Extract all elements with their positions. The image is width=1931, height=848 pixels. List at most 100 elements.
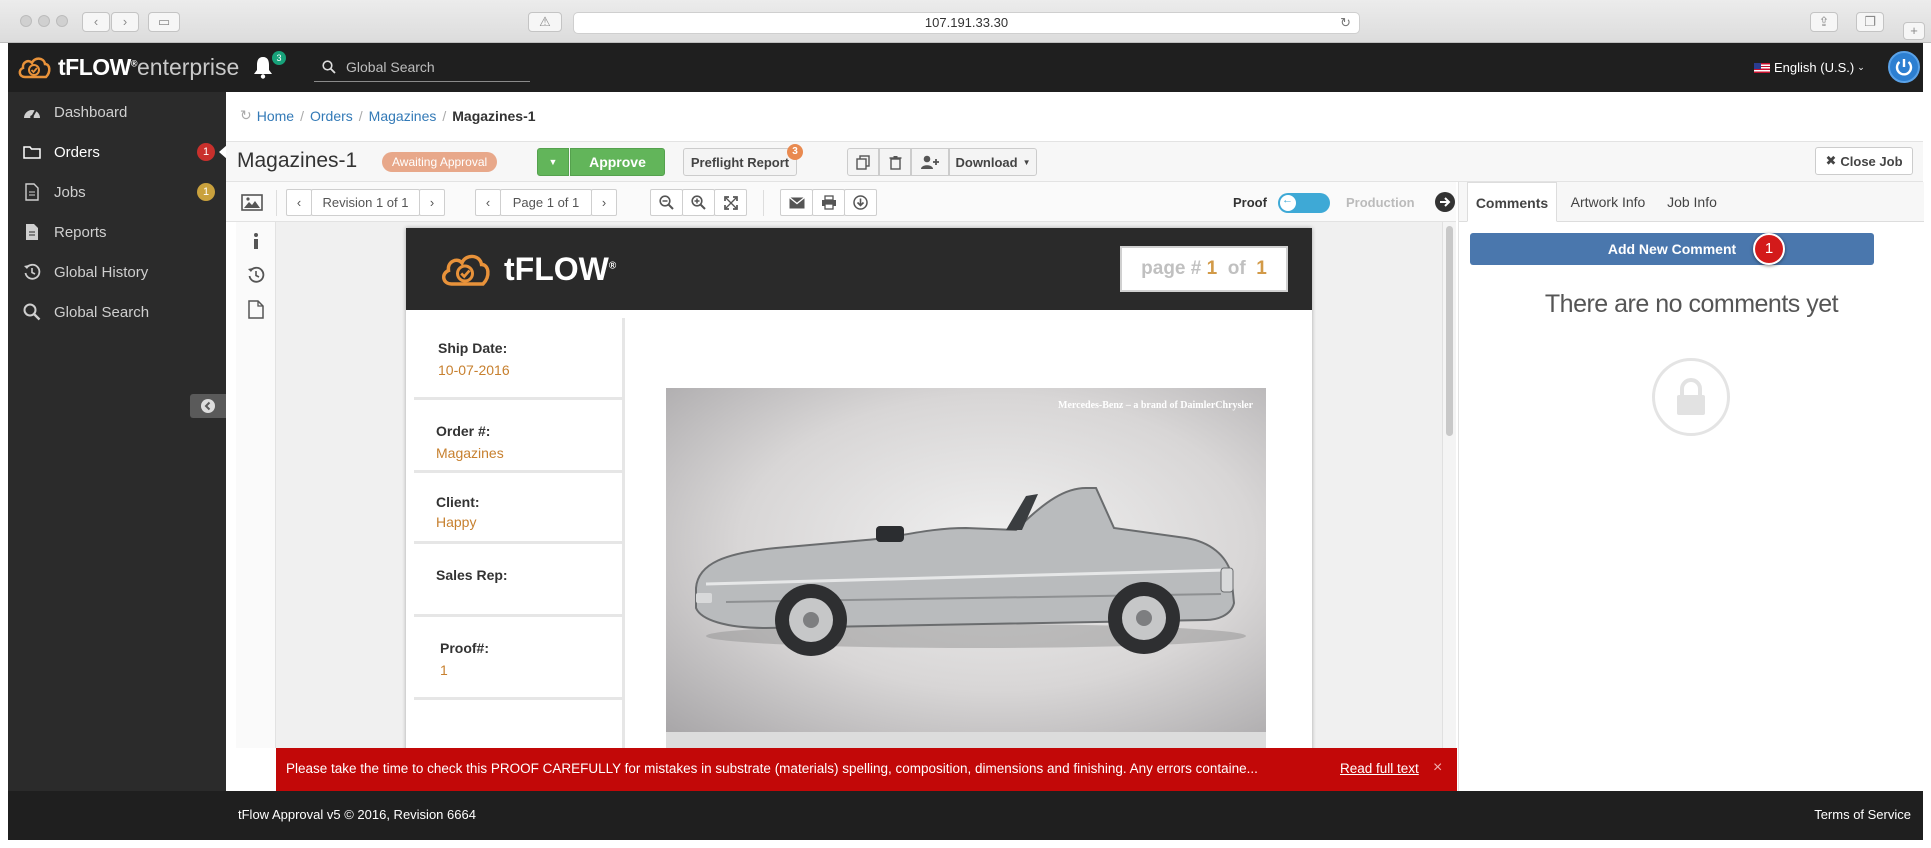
- refresh-icon[interactable]: ↻: [240, 107, 252, 124]
- sidebar-item-jobs[interactable]: Jobs 1: [8, 172, 226, 212]
- approve-button[interactable]: Approve: [570, 148, 665, 176]
- job-action-bar: Magazines-1 Awaiting Approval ▼ Approve …: [226, 141, 1923, 182]
- info-button[interactable]: [248, 232, 264, 255]
- search-icon: [322, 59, 336, 74]
- car-illustration: [695, 487, 1246, 656]
- close-job-button[interactable]: ✖ Close Job: [1815, 147, 1913, 175]
- sidebar-item-label: Global History: [54, 263, 149, 281]
- sidebar-item-orders[interactable]: Orders 1: [8, 132, 227, 172]
- caret-down-icon: ▼: [548, 157, 558, 167]
- browser-forward-button[interactable]: ›: [111, 12, 139, 32]
- breadcrumb: ↻ Home / Orders / Magazines / Magazines-…: [240, 107, 536, 124]
- browser-toolbar: ‹ › ▭ ⚠ 107.191.33.30 ↻ ⇪ ❐ +: [0, 0, 1931, 43]
- global-search-input[interactable]: [346, 58, 516, 75]
- terms-of-service-link[interactable]: Terms of Service: [1814, 807, 1911, 822]
- delete-button[interactable]: [879, 148, 911, 176]
- breadcrumb-home[interactable]: Home: [257, 108, 294, 124]
- logout-button[interactable]: [1888, 51, 1920, 83]
- breadcrumb-orders[interactable]: Orders: [310, 108, 353, 124]
- print-button[interactable]: [812, 189, 845, 216]
- app-logo[interactable]: tFLOW®enterprise: [16, 52, 239, 82]
- zoom-in-button[interactable]: [682, 189, 715, 216]
- close-job-label: Close Job: [1840, 153, 1903, 169]
- download-button[interactable]: Download ▼: [949, 148, 1037, 176]
- arrow-left-circle-icon: [201, 399, 215, 413]
- proof-viewer[interactable]: tFLOW® page # 1 of 1 Ship Date: 10-07-20…: [276, 222, 1442, 748]
- panel-toggle-button[interactable]: [1435, 192, 1455, 212]
- tab-job-info[interactable]: Job Info: [1657, 182, 1727, 222]
- jobs-badge: 1: [197, 183, 215, 201]
- sidebar-item-global-history[interactable]: Global History: [8, 252, 226, 292]
- global-search[interactable]: [314, 52, 530, 82]
- panel-tabs: Comments Artwork Info Job Info: [1459, 182, 1924, 222]
- revision-next-button[interactable]: ›: [419, 189, 445, 216]
- empty-comments-text: There are no comments yet: [1544, 290, 1839, 318]
- approve-options-button[interactable]: ▼: [537, 148, 569, 176]
- proof-production-toggle[interactable]: ←: [1278, 193, 1330, 213]
- sidebar-collapse-button[interactable]: [190, 394, 226, 418]
- read-full-text-link[interactable]: Read full text: [1340, 761, 1419, 776]
- image-icon: [241, 194, 263, 211]
- duplicate-button[interactable]: [847, 148, 879, 176]
- address-bar[interactable]: 107.191.33.30 ↻: [573, 12, 1360, 34]
- history-button[interactable]: [247, 266, 265, 289]
- proof-page-number: page # 1 of 1: [1120, 246, 1288, 292]
- viewer-scrollbar[interactable]: [1442, 222, 1456, 748]
- sidebar-item-global-search[interactable]: Global Search: [8, 292, 226, 332]
- browser-back-button[interactable]: ‹: [82, 12, 110, 32]
- language-label: English (U.S.): [1774, 60, 1855, 75]
- sidebar-item-dashboard[interactable]: Dashboard: [8, 92, 226, 132]
- cloud-check-icon: [442, 254, 490, 286]
- lock-placeholder: [1652, 358, 1730, 436]
- new-tab-button[interactable]: +: [1903, 22, 1925, 40]
- page-next-button[interactable]: ›: [591, 189, 617, 216]
- chevron-left-icon: ‹: [93, 14, 99, 29]
- us-flag-icon: [1754, 62, 1770, 73]
- share-button[interactable]: ⇪: [1810, 12, 1838, 32]
- arrow-right-icon: [1440, 197, 1451, 207]
- fit-screen-button[interactable]: [714, 189, 747, 216]
- window-close-button[interactable]: [20, 15, 32, 27]
- notifications-badge: 3: [272, 51, 286, 65]
- assign-user-button[interactable]: [911, 148, 949, 176]
- page-prev-button[interactable]: ‹: [475, 189, 501, 216]
- sidebar-item-label: Jobs: [54, 183, 86, 201]
- add-comment-button[interactable]: Add New Comment: [1470, 233, 1874, 265]
- chevron-right-icon: ›: [429, 195, 435, 210]
- sidebar-toggle-button[interactable]: ▭: [148, 12, 180, 32]
- page-title: Magazines-1: [237, 149, 358, 172]
- email-button[interactable]: [780, 189, 813, 216]
- sidebar-item-reports[interactable]: Reports: [8, 212, 226, 252]
- proof-artwork-image: Mercedes-Benz – a brand of DaimlerChrysl…: [666, 388, 1266, 732]
- warning-icon: ⚠: [539, 14, 551, 29]
- expand-icon: [723, 195, 738, 210]
- close-icon: ✖: [1825, 153, 1837, 168]
- tab-comments[interactable]: Comments: [1467, 182, 1557, 222]
- bell-icon: [254, 57, 272, 79]
- proof-page-header: tFLOW® page # 1 of 1: [406, 228, 1312, 310]
- folder-icon: [22, 142, 42, 162]
- tab-artwork-info[interactable]: Artwork Info: [1563, 182, 1653, 222]
- sidebar-item-label: Reports: [54, 223, 107, 241]
- file-button[interactable]: [248, 300, 264, 324]
- language-selector[interactable]: English (U.S.) ⌄: [1754, 60, 1865, 75]
- power-icon: [1895, 59, 1913, 76]
- tabs-button[interactable]: ❐: [1856, 12, 1884, 32]
- breadcrumb-magazines[interactable]: Magazines: [369, 108, 437, 124]
- proof-page: tFLOW® page # 1 of 1 Ship Date: 10-07-20…: [406, 228, 1312, 748]
- scroll-thumb[interactable]: [1446, 226, 1453, 436]
- site-warning-button[interactable]: ⚠: [528, 12, 562, 32]
- reload-icon[interactable]: ↻: [1340, 13, 1351, 33]
- revision-prev-button[interactable]: ‹: [286, 189, 312, 216]
- proof-warning-bar: Please take the time to check this PROOF…: [276, 748, 1457, 791]
- file-icon: [248, 300, 264, 319]
- window-minimize-button[interactable]: [38, 15, 50, 27]
- zoom-out-icon: [659, 195, 674, 210]
- download-file-button[interactable]: [844, 189, 877, 216]
- window-zoom-button[interactable]: [56, 15, 68, 27]
- image-view-button[interactable]: [238, 189, 266, 216]
- warning-close-button[interactable]: ×: [1433, 759, 1442, 777]
- preflight-report-button[interactable]: Preflight Report: [683, 148, 797, 176]
- printer-icon: [821, 195, 836, 210]
- zoom-out-button[interactable]: [650, 189, 683, 216]
